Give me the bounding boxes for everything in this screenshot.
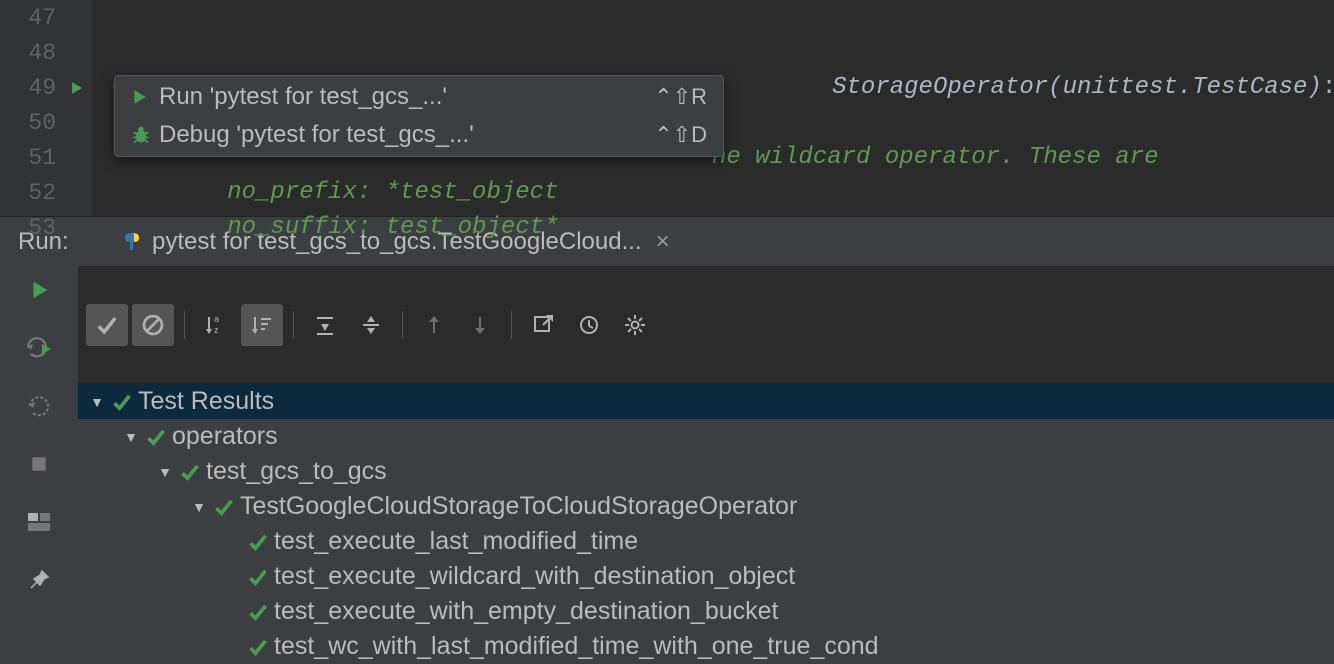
show-ignored-button[interactable]: [132, 304, 174, 346]
gutter: 47 48 49 50 51 52 53: [0, 0, 92, 216]
shortcut: ⌃⇧R: [654, 84, 707, 110]
export-button[interactable]: [522, 304, 564, 346]
chevron-down-icon[interactable]: ▼: [88, 394, 106, 410]
tree-node-root[interactable]: ▼ Test Results: [78, 384, 1334, 419]
check-icon: [248, 637, 268, 657]
results-toolbar: az: [78, 266, 1334, 384]
check-icon: [248, 602, 268, 622]
rerun-button[interactable]: [19, 270, 59, 310]
chevron-down-icon[interactable]: ▼: [190, 499, 208, 515]
history-button[interactable]: [568, 304, 610, 346]
play-icon: [131, 88, 159, 106]
tree-node[interactable]: ▼ test_gcs_to_gcs: [78, 454, 1334, 489]
line-number: 49: [0, 75, 62, 101]
tree-node[interactable]: ▼ operators: [78, 419, 1334, 454]
collapse-all-button[interactable]: [350, 304, 392, 346]
tree-leaf[interactable]: test_execute_with_empty_destination_buck…: [78, 594, 1334, 629]
shortcut: ⌃⇧D: [654, 122, 707, 148]
check-icon: [248, 532, 268, 552]
toggle-auto-test-button[interactable]: [19, 328, 59, 368]
check-icon: [146, 427, 166, 447]
svg-text:z: z: [214, 325, 219, 335]
test-results-tree: ▼ Test Results ▼ operators ▼ test_gcs_to…: [78, 384, 1334, 664]
line-number: 51: [0, 145, 62, 171]
chevron-down-icon[interactable]: ▼: [122, 429, 140, 445]
chevron-down-icon[interactable]: ▼: [156, 464, 174, 480]
show-passed-button[interactable]: [86, 304, 128, 346]
check-icon: [112, 392, 132, 412]
tree-leaf[interactable]: test_execute_wildcard_with_destination_o…: [78, 559, 1334, 594]
tree-leaf[interactable]: test_wc_with_last_modified_time_with_one…: [78, 629, 1334, 664]
next-failed-button[interactable]: [459, 304, 501, 346]
expand-all-button[interactable]: [304, 304, 346, 346]
line-number: 47: [0, 5, 62, 31]
context-menu: Run 'pytest for test_gcs_...' ⌃⇧R Debug …: [114, 75, 724, 157]
sort-alpha-button[interactable]: az: [195, 304, 237, 346]
tree-leaf[interactable]: test_execute_last_modified_time: [78, 524, 1334, 559]
stop-button[interactable]: [19, 444, 59, 484]
line-number: 48: [0, 40, 62, 66]
run-gutter-icon[interactable]: [62, 80, 92, 96]
menu-debug[interactable]: Debug 'pytest for test_gcs_...' ⌃⇧D: [115, 116, 723, 154]
pin-button[interactable]: [19, 560, 59, 600]
check-icon: [214, 497, 234, 517]
bug-icon: [131, 125, 159, 145]
line-number: 50: [0, 110, 62, 136]
svg-text:a: a: [214, 314, 219, 324]
sort-duration-button[interactable]: [241, 304, 283, 346]
check-icon: [180, 462, 200, 482]
rerun-failed-button[interactable]: [19, 386, 59, 426]
layout-button[interactable]: [19, 502, 59, 542]
menu-run[interactable]: Run 'pytest for test_gcs_...' ⌃⇧R: [115, 78, 723, 116]
run-left-toolbar: [0, 266, 78, 664]
check-icon: [248, 567, 268, 587]
settings-button[interactable]: [614, 304, 656, 346]
prev-failed-button[interactable]: [413, 304, 455, 346]
line-number: 52: [0, 180, 62, 206]
tree-node[interactable]: ▼ TestGoogleCloudStorageToCloudStorageOp…: [78, 489, 1334, 524]
